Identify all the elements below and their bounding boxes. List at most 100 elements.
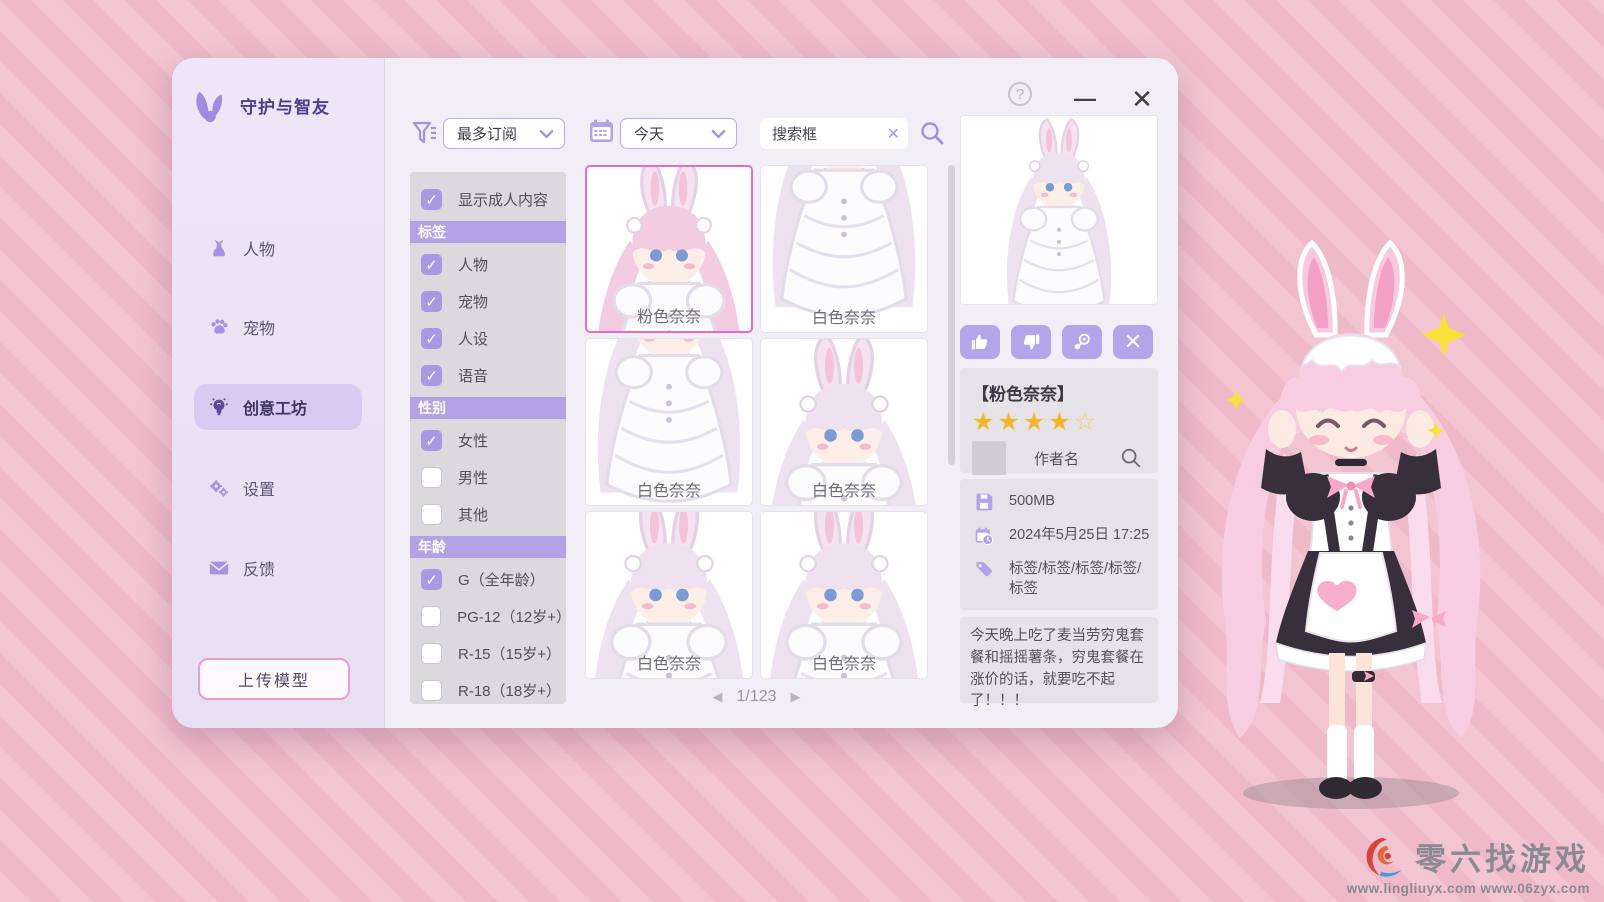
dress-icon	[208, 237, 230, 259]
model-detail-box: 500MB 2024年5月25日 17:25 标签/标签/标签/标签/标签	[960, 479, 1158, 610]
grid-scrollbar[interactable]	[948, 165, 955, 465]
floppy-disk-icon	[974, 492, 994, 512]
checkbox-checked[interactable]: ✓	[421, 365, 442, 386]
sidebar-item-workshop[interactable]: 创意工坊	[194, 384, 362, 430]
star-full-icon: ★	[997, 408, 1022, 436]
model-card[interactable]: 白色奈奈	[760, 165, 928, 333]
filter-option-r15[interactable]: R-15（15岁+）	[410, 635, 566, 672]
model-title: 【粉色奈奈】	[972, 380, 1148, 405]
dismiss-button[interactable]: ✕	[1113, 325, 1153, 359]
filter-option-pg12[interactable]: PG-12（12岁+）	[410, 598, 566, 635]
sidebar-item-pets[interactable]: 宠物	[194, 304, 362, 350]
checkbox-unchecked[interactable]	[421, 467, 442, 488]
clear-search-icon[interactable]: ✕	[887, 124, 900, 144]
sidebar-item-label: 反馈	[243, 556, 275, 580]
dislike-button[interactable]	[1011, 325, 1051, 359]
checkbox-checked[interactable]: ✓	[421, 430, 442, 451]
author-search-icon[interactable]	[1120, 447, 1142, 469]
checkbox-checked[interactable]: ✓	[421, 569, 442, 590]
next-page-button[interactable]: ▶	[791, 689, 801, 705]
watermark-urls: www.lingliuyx.com www.06zyx.com	[1347, 881, 1590, 896]
sidebar-item-label: 人物	[243, 236, 275, 260]
paw-icon	[208, 316, 230, 338]
like-button[interactable]	[960, 325, 1000, 359]
upload-model-button[interactable]: 上传模型	[198, 658, 350, 700]
app-window: 守护与智友 人物 宠物 创意工坊 设置 反馈 上传模型 ? — ✕	[172, 58, 1178, 728]
model-card[interactable]: 白色奈奈	[760, 511, 928, 679]
model-description: 今天晚上吃了麦当劳穷鬼套餐和摇摇薯条，穷鬼套餐在涨价的话，就要吃不起了！！！	[960, 617, 1158, 703]
sidebar-item-settings[interactable]: 设置	[194, 465, 362, 511]
filter-section-gender: 性别	[410, 397, 566, 419]
search-box: ✕	[760, 118, 908, 149]
filter-option-g-all-ages[interactable]: ✓ G（全年龄）	[410, 561, 566, 598]
model-card-label: 白色奈奈	[586, 477, 752, 501]
filter-option-male[interactable]: 男性	[410, 459, 566, 496]
filter-section-age: 年龄	[410, 536, 566, 558]
filter-option-show-adult[interactable]: ✓ 显示成人内容	[410, 181, 566, 218]
file-size-value: 500MB	[1009, 492, 1055, 512]
sidebar-item-feedback[interactable]: 反馈	[194, 545, 362, 591]
close-button[interactable]: ✕	[1127, 84, 1157, 114]
search-input[interactable]	[772, 125, 877, 142]
date-dropdown[interactable]: 今天	[620, 118, 737, 149]
sort-dropdown[interactable]: 最多订阅	[443, 118, 565, 149]
star-full-icon: ★	[1048, 408, 1073, 436]
calendar-clock-icon	[974, 526, 994, 546]
model-card[interactable]: 粉色奈奈	[585, 165, 753, 333]
checkbox-unchecked[interactable]	[421, 504, 442, 525]
filter-icon	[410, 118, 440, 148]
checkbox-checked[interactable]: ✓	[421, 328, 442, 349]
search-icon[interactable]	[919, 120, 945, 146]
star-full-icon: ★	[1023, 408, 1048, 436]
filter-option-voice[interactable]: ✓ 语音	[410, 357, 566, 394]
checkbox-unchecked[interactable]	[421, 643, 442, 664]
model-card[interactable]: 白色奈奈	[585, 511, 753, 679]
date-row: 2024年5月25日 17:25	[974, 526, 1150, 546]
filter-option-female[interactable]: ✓ 女性	[410, 422, 566, 459]
app-title: 守护与智友	[240, 93, 330, 118]
star-full-icon: ★	[972, 408, 997, 436]
checkbox-unchecked[interactable]	[421, 606, 441, 627]
thumbs-up-icon	[969, 331, 991, 353]
steam-icon	[1071, 331, 1093, 353]
model-preview-art	[961, 116, 1157, 304]
model-card[interactable]: 白色奈奈	[760, 338, 928, 506]
mascot-bunny-maid	[1196, 232, 1506, 824]
sort-dropdown-value: 最多订阅	[457, 123, 517, 144]
chevron-down-icon	[711, 129, 726, 139]
model-card[interactable]: 白色奈奈	[585, 338, 753, 506]
tag-icon	[974, 560, 994, 580]
author-name: 作者名	[1034, 448, 1079, 469]
watermark-logo-icon	[1363, 835, 1407, 879]
model-card-label: 白色奈奈	[761, 304, 927, 328]
checkbox-checked[interactable]: ✓	[421, 189, 442, 210]
filter-option-persona[interactable]: ✓ 人设	[410, 320, 566, 357]
sidebar-item-characters[interactable]: 人物	[194, 225, 362, 271]
model-card-label: 白色奈奈	[586, 650, 752, 674]
watermark-site-name: 零六找游戏	[1415, 834, 1590, 879]
help-button[interactable]: ?	[1008, 82, 1032, 106]
sidebar: 守护与智友 人物 宠物 创意工坊 设置 反馈 上传模型	[172, 58, 385, 728]
model-card-label: 粉色奈奈	[587, 303, 751, 327]
watermark: 零六找游戏 www.lingliuyx.com www.06zyx.com	[1347, 834, 1590, 896]
steam-button[interactable]	[1062, 325, 1102, 359]
star-empty-icon: ☆	[1074, 408, 1099, 436]
filter-option-r18[interactable]: R-18（18岁+）	[410, 672, 566, 704]
model-preview-image	[960, 115, 1158, 305]
minimize-button[interactable]: —	[1070, 84, 1100, 114]
checkbox-checked[interactable]: ✓	[421, 291, 442, 312]
checkbox-checked[interactable]: ✓	[421, 254, 442, 275]
model-card-label: 白色奈奈	[761, 650, 927, 674]
filter-panel: ✓ 显示成人内容 标签 ✓ 人物 ✓ 宠物 ✓ 人设 ✓ 语音 性别 ✓ 女性 …	[410, 172, 566, 704]
prev-page-button[interactable]: ◀	[712, 689, 722, 705]
filter-option-characters[interactable]: ✓ 人物	[410, 246, 566, 283]
filter-option-pets[interactable]: ✓ 宠物	[410, 283, 566, 320]
bunny-logo-icon	[192, 86, 230, 124]
checkbox-unchecked[interactable]	[421, 680, 442, 701]
pagination: ◀ 1/123 ▶	[585, 688, 928, 706]
date-dropdown-value: 今天	[634, 123, 664, 144]
author-avatar	[972, 441, 1006, 475]
filter-option-other[interactable]: 其他	[410, 496, 566, 533]
mail-icon	[208, 557, 230, 579]
rating-stars[interactable]: ★★★★☆	[972, 410, 1148, 435]
